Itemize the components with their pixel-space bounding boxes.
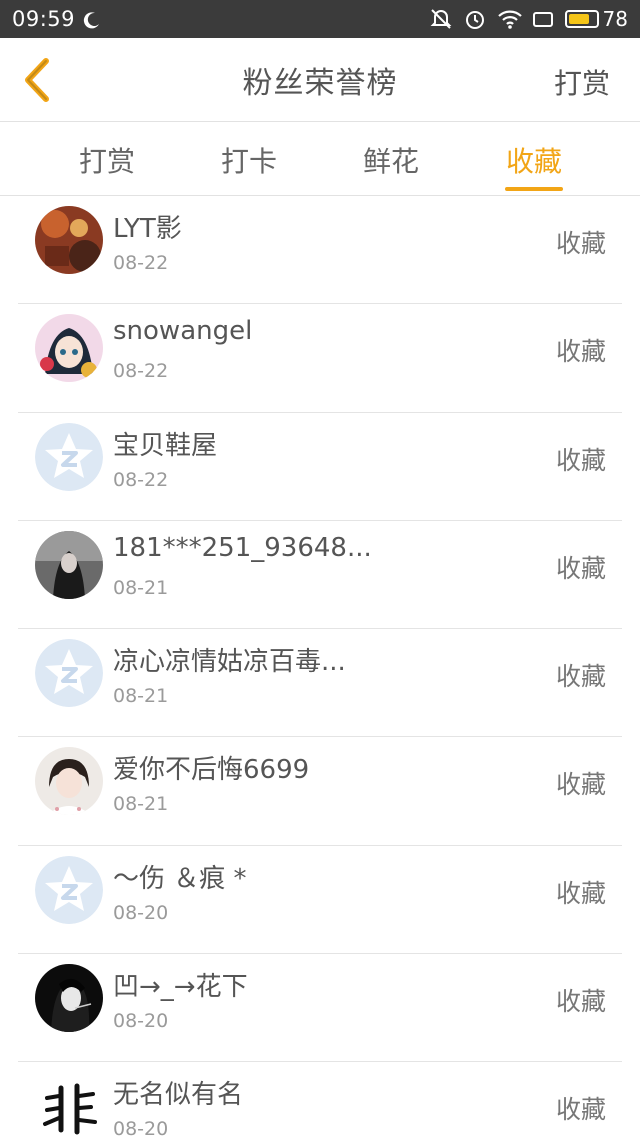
avatar <box>35 747 103 816</box>
fan-action: 收藏 <box>555 445 606 475</box>
mute-bell-icon <box>429 8 453 30</box>
list-item[interactable]: 凉心凉情姑凉百毒... 08-21 收藏 <box>18 629 622 738</box>
fan-action: 收藏 <box>555 1095 606 1125</box>
avatar <box>35 530 103 599</box>
fan-name: LYT影 <box>113 214 182 244</box>
wifi-icon <box>497 8 522 30</box>
page-title: 粉丝荣誉榜 <box>242 65 398 101</box>
active-tab-indicator <box>505 187 563 191</box>
default-avatar-icon <box>35 855 103 924</box>
tab-bar: 打赏 打卡 鲜花 收藏 <box>0 122 640 196</box>
avatar <box>35 1072 103 1138</box>
chevron-left-icon <box>25 58 49 102</box>
fan-action: 收藏 <box>555 553 606 583</box>
fan-action: 收藏 <box>555 878 606 908</box>
default-avatar-icon <box>35 422 103 491</box>
tab-checkin[interactable]: 打卡 <box>199 140 299 180</box>
tab-reward[interactable]: 打赏 <box>57 140 157 180</box>
fan-name: 爱你不后悔6699 <box>113 755 310 786</box>
fan-date: 08-22 <box>113 252 169 274</box>
signal-icon <box>531 8 555 30</box>
moon-icon <box>83 10 101 29</box>
list-item[interactable]: 凹→_→花下 08-20 收藏 <box>18 954 622 1063</box>
fan-name: 凉心凉情姑凉百毒... <box>113 647 346 678</box>
list-item[interactable]: snowangel 08-22 收藏 <box>18 304 622 413</box>
avatar <box>35 314 103 383</box>
fan-list: LYT影 08-22 收藏 snowangel 08-22 收藏 宝贝鞋屋 08… <box>0 196 640 1138</box>
battery-icon <box>564 10 599 28</box>
default-avatar-icon <box>35 639 103 708</box>
battery-indicator: 78 <box>564 7 628 31</box>
list-item[interactable]: ～伤 ＆痕 * 08-20 收藏 <box>18 846 622 955</box>
fan-date: 08-21 <box>113 793 169 816</box>
fan-date: 08-20 <box>113 901 169 924</box>
fan-date: 08-22 <box>113 468 169 491</box>
fan-name: 无名似有名 <box>113 1080 244 1111</box>
fan-date: 08-20 <box>113 1010 169 1033</box>
fan-name: 凹→_→花下 <box>113 972 248 1003</box>
back-button[interactable] <box>12 54 62 106</box>
battery-percent: 78 <box>602 7 628 31</box>
fan-action: 收藏 <box>555 770 606 800</box>
status-time: 09:59 <box>12 7 76 31</box>
fan-action: 收藏 <box>555 987 606 1017</box>
fan-action: 收藏 <box>555 662 606 692</box>
fan-name: 宝贝鞋屋 <box>113 430 218 461</box>
fan-date: 08-20 <box>113 1118 169 1138</box>
list-item[interactable]: 爱你不后悔6699 08-21 收藏 <box>18 737 622 846</box>
fan-name: snowangel <box>113 316 253 347</box>
fan-date: 08-22 <box>113 360 169 383</box>
fan-name: 181***251_93648... <box>113 532 372 563</box>
reward-button[interactable]: 打赏 <box>554 62 610 102</box>
list-item[interactable]: LYT影 08-22 收藏 <box>18 196 622 305</box>
fan-name: ～伤 ＆痕 * <box>113 863 247 894</box>
fan-action: 收藏 <box>555 337 606 367</box>
fan-action: 收藏 <box>555 229 606 258</box>
status-bar: 09:59 78 <box>0 0 640 38</box>
battery-fill <box>568 14 589 24</box>
list-item[interactable]: 宝贝鞋屋 08-22 收藏 <box>18 413 622 521</box>
avatar <box>35 964 103 1033</box>
alarm-icon <box>463 8 487 30</box>
tab-favorites[interactable]: 收藏 <box>484 140 584 180</box>
avatar <box>35 206 103 274</box>
tab-flowers[interactable]: 鲜花 <box>341 140 441 180</box>
title-bar: 粉丝荣誉榜 打赏 <box>0 38 640 122</box>
fan-date: 08-21 <box>113 576 169 599</box>
fan-date: 08-21 <box>113 685 169 708</box>
list-item[interactable]: 181***251_93648... 08-21 收藏 <box>18 521 622 630</box>
list-item[interactable]: 无名似有名 08-20 收藏 <box>18 1062 622 1138</box>
